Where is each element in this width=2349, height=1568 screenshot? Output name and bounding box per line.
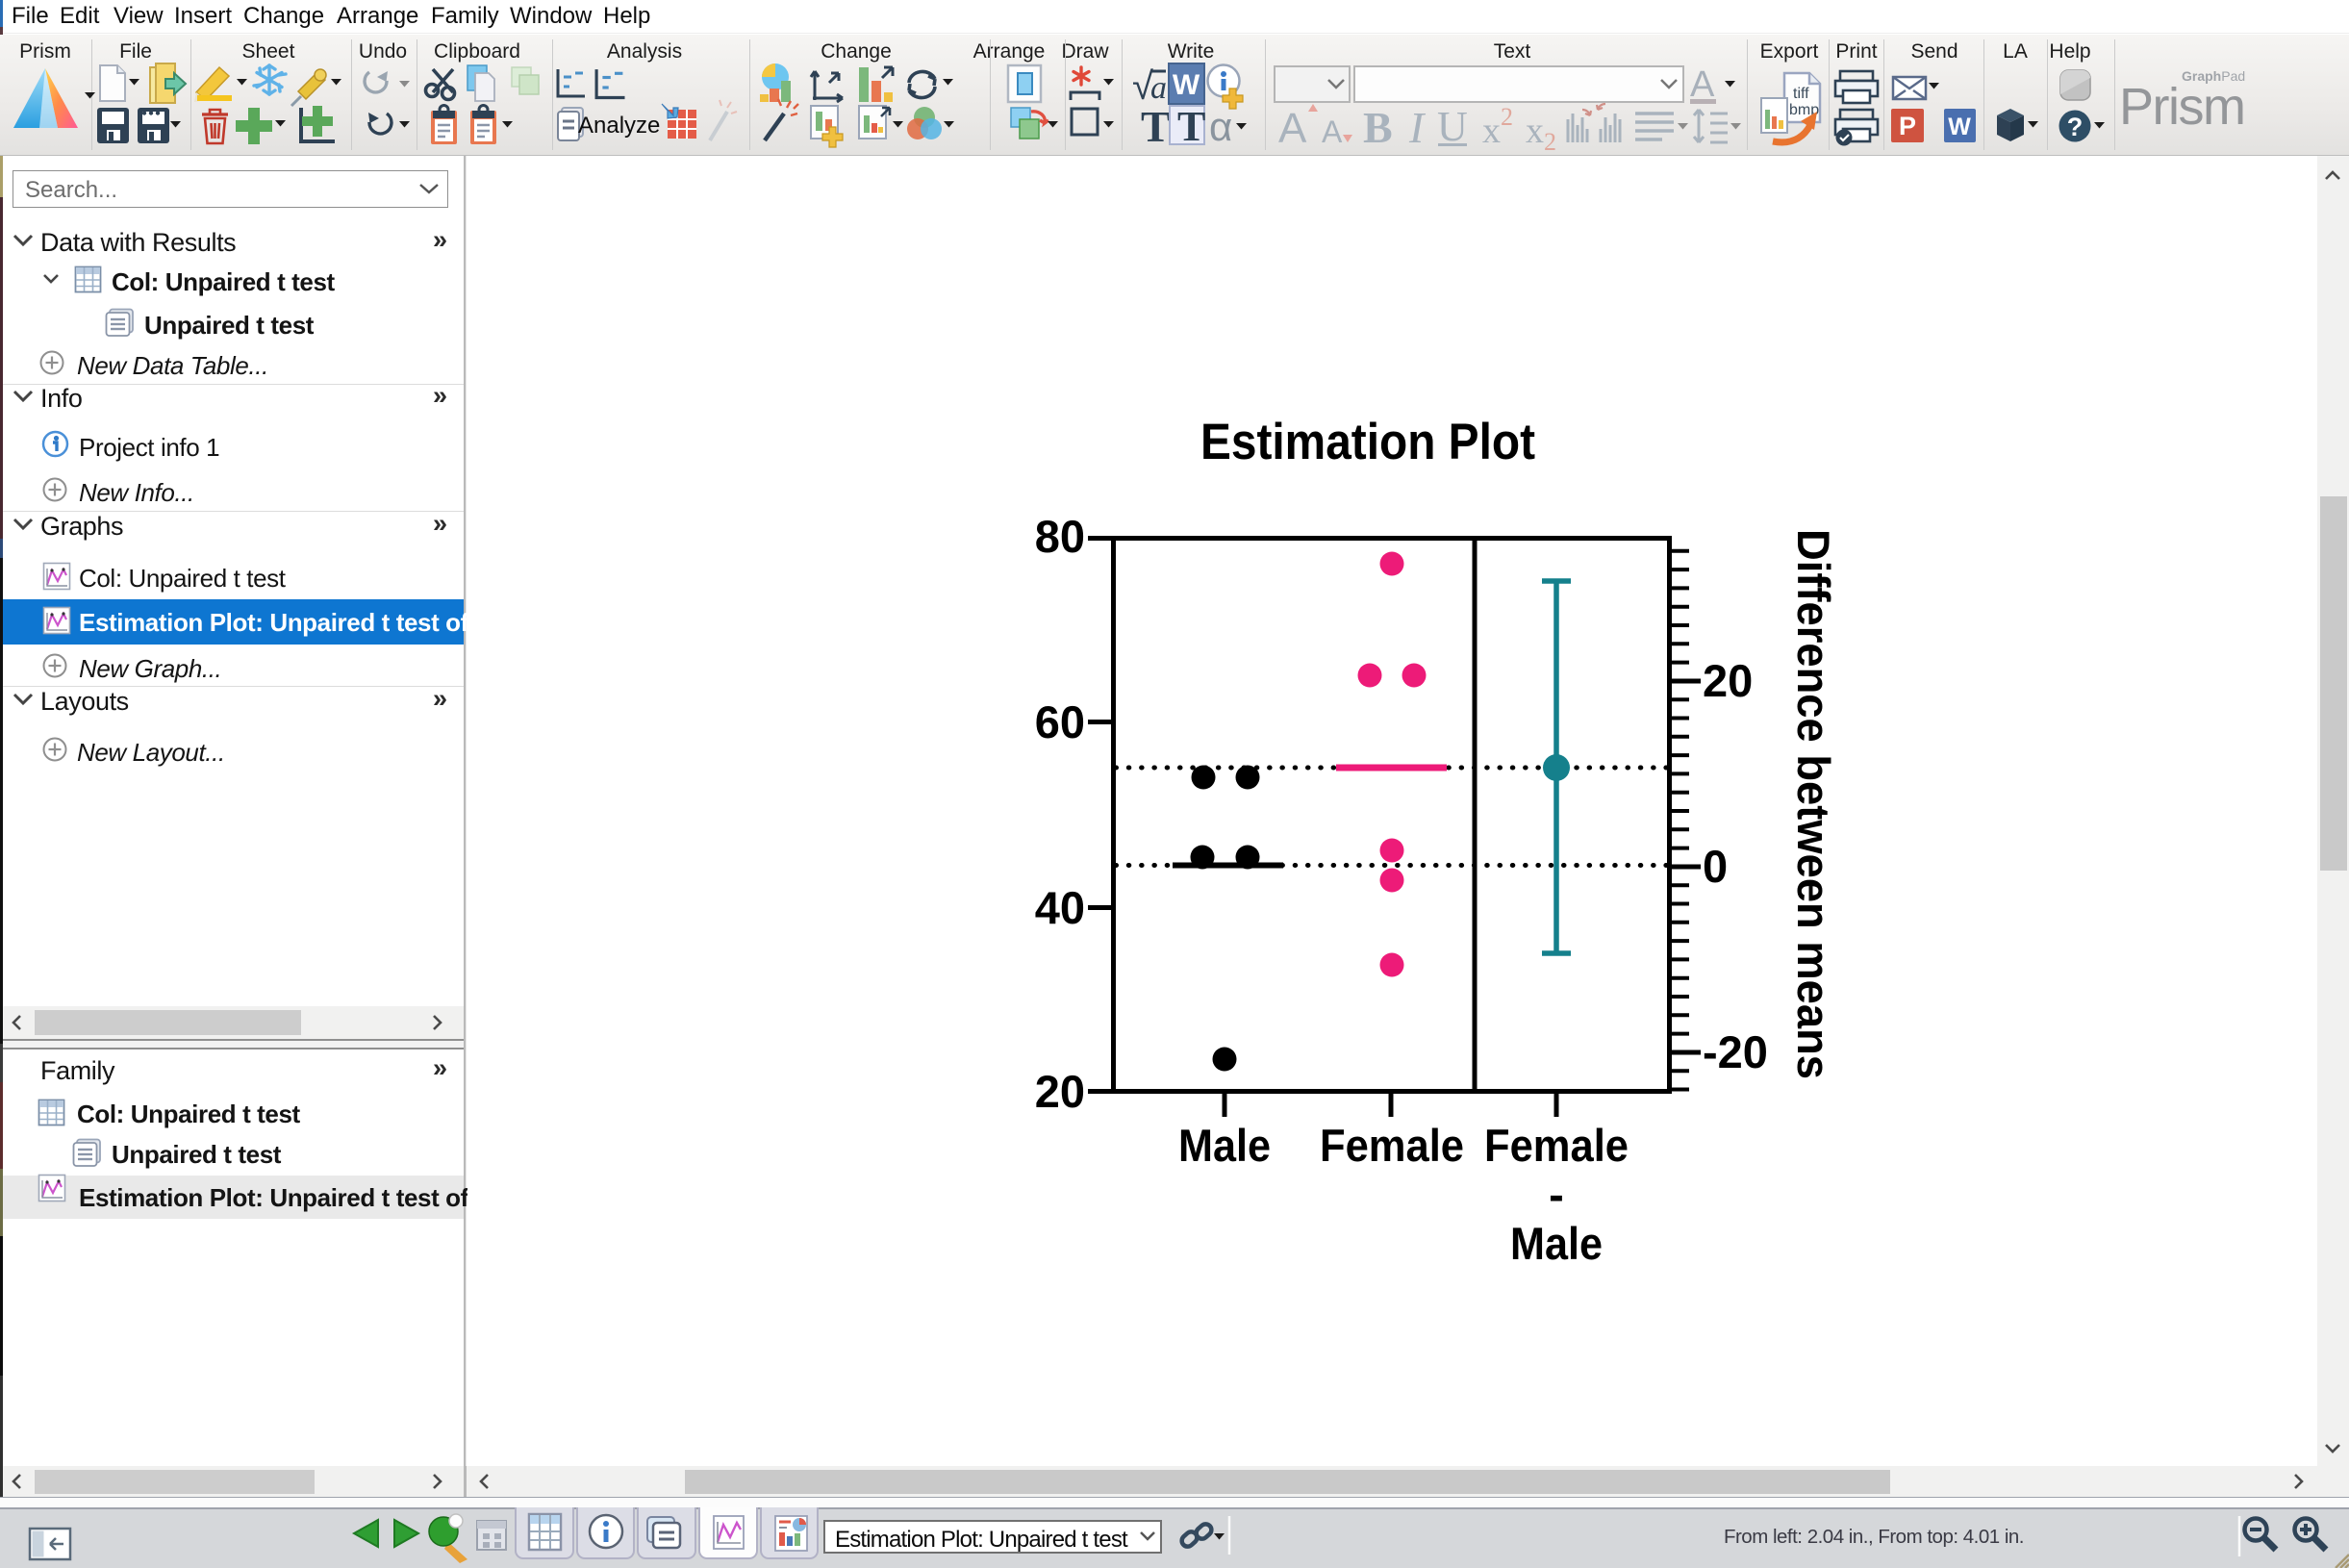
svg-text:Estimation Plot: Estimation Plot xyxy=(1200,414,1535,470)
svg-text:A: A xyxy=(1278,105,1307,152)
svg-text:0: 0 xyxy=(1703,841,1728,892)
svg-text:Difference between means: Difference between means xyxy=(1788,529,1839,1079)
svg-text:80: 80 xyxy=(1035,511,1085,562)
svg-text:I: I xyxy=(1408,103,1427,152)
svg-text:P: P xyxy=(1899,112,1916,140)
svg-text:a: a xyxy=(1150,70,1167,106)
svg-text:-20: -20 xyxy=(1703,1026,1768,1077)
svg-text:Female: Female xyxy=(1484,1120,1629,1171)
svg-text:-: - xyxy=(1549,1169,1564,1220)
svg-text:?: ? xyxy=(2067,113,2084,141)
svg-text:x: x xyxy=(1482,111,1501,151)
svg-text:40: 40 xyxy=(1035,882,1085,933)
svg-text:2: 2 xyxy=(1501,103,1513,131)
svg-text:T: T xyxy=(1177,103,1205,150)
svg-text:Analyze: Analyze xyxy=(578,113,660,139)
svg-text:W: W xyxy=(1948,114,1971,140)
svg-text:U: U xyxy=(1437,103,1468,150)
svg-text:tiff: tiff xyxy=(1793,86,1809,102)
svg-text:A: A xyxy=(1322,114,1343,149)
svg-text:B: B xyxy=(1363,103,1393,152)
svg-text:Male: Male xyxy=(1510,1218,1603,1269)
svg-text:60: 60 xyxy=(1035,696,1085,747)
svg-text:x: x xyxy=(1526,111,1544,151)
svg-text:20: 20 xyxy=(1703,655,1753,706)
svg-text:2: 2 xyxy=(1544,128,1556,156)
svg-text:Female: Female xyxy=(1320,1120,1464,1171)
svg-text:W: W xyxy=(1173,69,1200,101)
svg-text:α: α xyxy=(1209,104,1232,149)
svg-text:A: A xyxy=(1690,64,1715,105)
svg-text:Male: Male xyxy=(1178,1120,1271,1171)
svg-text:20: 20 xyxy=(1035,1066,1085,1117)
svg-text:T: T xyxy=(1141,102,1171,151)
